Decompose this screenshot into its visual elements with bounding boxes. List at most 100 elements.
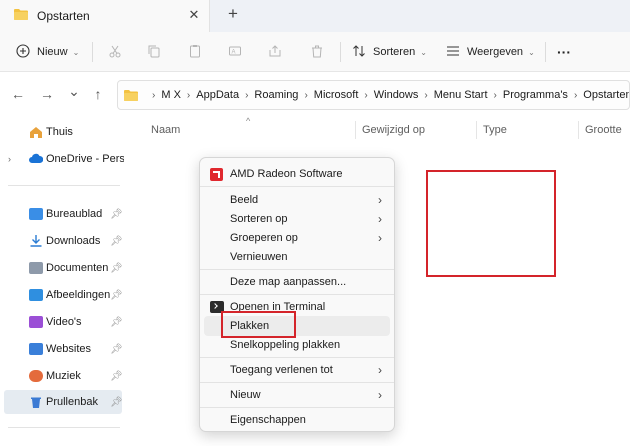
pin-icon[interactable]: 📌︎ <box>110 397 122 408</box>
address-row: ← → ⌄ ↑ › M X › AppData › Roaming › Micr… <box>0 72 630 118</box>
documents-icon <box>29 262 43 274</box>
recent-locations-chevron-icon[interactable]: ⌄ <box>65 83 83 100</box>
sidebar-item-documents[interactable]: Documenten 📌︎ <box>0 256 124 280</box>
breadcrumb-item[interactable]: AppData <box>196 89 239 101</box>
more-options-button[interactable]: ··· <box>557 32 571 72</box>
highlight-box-paste <box>221 311 296 338</box>
delete-button[interactable] <box>308 32 331 72</box>
sidebar-item-label: Afbeeldingen <box>46 289 111 301</box>
paste-button[interactable] <box>186 32 209 72</box>
cut-button[interactable] <box>106 32 129 72</box>
copy-button[interactable] <box>145 32 168 72</box>
menu-item-grant-access[interactable]: Toegang verlenen tot › <box>204 360 390 380</box>
breadcrumb-item[interactable]: Programma's <box>503 89 568 101</box>
menu-item-label: Vernieuwen <box>230 251 288 263</box>
sidebar-item-downloads[interactable]: Downloads 📌︎ <box>0 229 124 253</box>
menu-item-sort-by[interactable]: Sorteren op › <box>204 209 390 229</box>
sidebar-item-home[interactable]: Thuis <box>0 120 124 144</box>
chevron-right-icon: › <box>424 89 428 101</box>
cloud-icon <box>29 153 43 163</box>
chevron-right-icon: › <box>573 89 578 101</box>
menu-item-new[interactable]: Nieuw › <box>204 385 390 405</box>
column-header-name[interactable]: Naam <box>151 118 180 142</box>
new-tab-icon[interactable]: + <box>224 4 242 24</box>
sidebar-item-onedrive[interactable]: › OneDrive - Persoonlijk <box>0 147 124 171</box>
breadcrumb-item[interactable]: Windows <box>374 89 419 101</box>
trash-icon <box>308 44 326 61</box>
submenu-arrow-icon: › <box>378 388 382 402</box>
column-divider[interactable] <box>476 121 477 139</box>
amd-radeon-icon <box>210 167 223 181</box>
toolbar-divider <box>340 42 341 62</box>
pin-icon[interactable]: 📌︎ <box>110 236 123 247</box>
share-button[interactable] <box>266 32 289 72</box>
menu-item-label: Groeperen op <box>230 232 298 244</box>
sort-button[interactable]: Sorteren ⌄ <box>350 32 427 72</box>
column-divider[interactable] <box>355 121 356 139</box>
address-bar[interactable]: › M X › AppData › Roaming › Microsoft › … <box>117 80 630 110</box>
submenu-arrow-icon: › <box>378 212 382 226</box>
forward-arrow-icon[interactable]: → <box>38 86 56 102</box>
tab-title: Opstarten <box>37 9 90 23</box>
sidebar-item-recycle-bin[interactable]: Prullenbak 📌︎ <box>4 390 122 414</box>
view-button[interactable]: Weergeven ⌄ <box>444 32 535 72</box>
breadcrumb-item[interactable]: Roaming <box>254 89 298 101</box>
column-divider[interactable] <box>578 121 579 139</box>
menu-item-amd-radeon[interactable]: AMD Radeon Software <box>204 164 390 184</box>
column-header-modified[interactable]: Gewijzigd op <box>362 118 425 142</box>
submenu-arrow-icon: › <box>378 363 382 377</box>
sort-button-label: Sorteren <box>373 46 416 58</box>
submenu-arrow-icon: › <box>378 193 382 207</box>
music-icon <box>29 370 43 382</box>
menu-item-paste-shortcut[interactable]: Snelkoppeling plakken <box>204 335 390 355</box>
menu-item-customize-folder[interactable]: Deze map aanpassen... <box>204 272 390 292</box>
pin-icon[interactable]: 📌︎ <box>110 290 123 301</box>
pin-icon[interactable]: 📌︎ <box>110 344 123 355</box>
sidebar-item-websites[interactable]: Websites 📌︎ <box>0 337 124 361</box>
chevron-down-icon: ⌄ <box>420 47 427 57</box>
sidebar-item-pictures[interactable]: Afbeeldingen 📌︎ <box>0 283 124 307</box>
sidebar-item-videos[interactable]: Video's 📌︎ <box>0 310 124 334</box>
rename-icon: A <box>226 44 244 61</box>
sidebar-item-label: Bureaublad <box>46 208 103 220</box>
pin-icon[interactable]: 📌︎ <box>110 263 123 274</box>
menu-divider <box>200 357 394 358</box>
sort-indicator-icon: ^ <box>246 116 251 126</box>
breadcrumb-item[interactable]: Opstarten <box>583 89 629 101</box>
sidebar-divider <box>8 427 120 428</box>
sidebar-item-desktop[interactable]: Bureaublad 📌︎ <box>0 202 124 226</box>
breadcrumb-item[interactable]: Microsoft <box>314 89 359 101</box>
chevron-down-icon: ⌄ <box>72 47 80 57</box>
breadcrumb-item[interactable]: Menu Start <box>434 89 488 101</box>
breadcrumb-item[interactable]: M X <box>161 89 181 101</box>
rename-button[interactable]: A <box>226 32 249 72</box>
up-arrow-icon[interactable]: ↑ <box>89 86 107 102</box>
column-header-label: Gewijzigd op <box>362 124 425 136</box>
pictures-icon <box>29 289 43 301</box>
menu-item-properties[interactable]: Eigenschappen <box>204 410 390 430</box>
command-bar: Nieuw ⌄ A Sorteren ⌄ Weergeven ⌄ ··· <box>0 32 630 72</box>
tab-opstarten[interactable]: Opstarten ✕ <box>0 0 210 32</box>
chevron-down-icon: ⌄ <box>528 47 535 57</box>
column-header-size[interactable]: Grootte <box>585 118 622 142</box>
navigation-pane: Thuis › OneDrive - Persoonlijk Bureaubla… <box>0 118 124 446</box>
svg-text:A: A <box>232 49 236 55</box>
view-icon <box>444 44 462 61</box>
menu-item-view[interactable]: Beeld › <box>204 190 390 210</box>
pin-icon[interactable]: 📌︎ <box>110 317 123 328</box>
sidebar-item-music[interactable]: Muziek 📌︎ <box>0 364 124 388</box>
websites-icon <box>29 343 43 355</box>
menu-item-label: Snelkoppeling plakken <box>230 339 341 351</box>
pin-icon[interactable]: 📌︎ <box>110 209 123 220</box>
menu-item-group-by[interactable]: Groeperen op › <box>204 228 390 248</box>
expand-chevron-icon[interactable]: › <box>8 154 11 164</box>
close-tab-icon[interactable]: ✕ <box>186 7 202 23</box>
new-button[interactable]: Nieuw ⌄ <box>14 32 79 72</box>
back-arrow-icon[interactable]: ← <box>9 86 27 102</box>
videos-icon <box>29 316 43 328</box>
menu-divider <box>200 269 394 270</box>
sidebar-item-label: Muziek <box>46 370 81 382</box>
column-header-type[interactable]: Type <box>483 118 507 142</box>
pin-icon[interactable]: 📌︎ <box>110 371 123 382</box>
menu-item-refresh[interactable]: Vernieuwen <box>204 247 390 267</box>
